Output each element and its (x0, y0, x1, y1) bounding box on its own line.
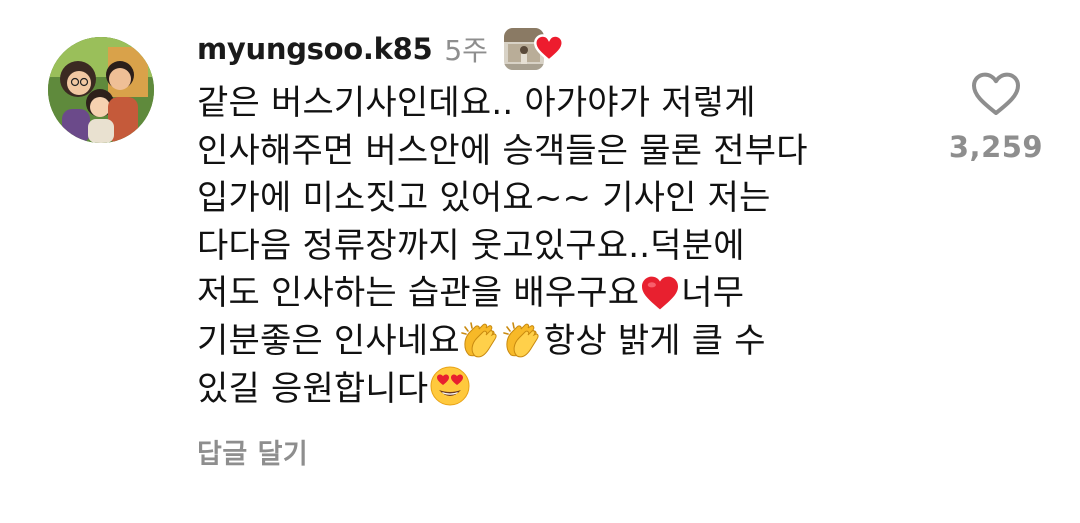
comment-line: 다다음 정류장까지 웃고있구요..덕분에 (197, 225, 745, 266)
user-avatar[interactable] (48, 37, 154, 143)
red-heart-icon (533, 34, 564, 66)
comment-line: 저도 인사하는 습관을 배우구요 너무 (197, 270, 927, 318)
comment-body: 같은 버스기사인데요.. 아가야가 저렇게 인사해주면 버스안에 승객들은 물론… (197, 80, 927, 413)
comment-line-text: 항상 밝게 클 수 (543, 320, 766, 361)
comment-line-text: 저도 인사하는 습관을 배우구요 (197, 273, 640, 313)
comment-header: myungsoo.k85 5주 (197, 24, 564, 74)
comment-line: 입가에 미소짓고 있어요~~ 기사인 저는 (197, 178, 771, 218)
heart-eyes-emoji (429, 365, 471, 421)
comment-line-text: 기분좋은 인사네요 (197, 320, 460, 361)
heart-outline-icon[interactable] (970, 70, 1022, 118)
comment-line: 인사해주면 버스안에 승객들은 물론 전부다 (197, 130, 808, 171)
comment-time: 5주 (444, 34, 488, 67)
clapping-hands-emoji (503, 321, 543, 373)
comment: myungsoo.k85 5주 같은 버스기사인데요.. 아가야가 저렇게 인사… (0, 0, 1080, 523)
comment-line-text: 너무 (681, 273, 745, 313)
comment-line-text: 있길 응원합니다 (197, 369, 429, 409)
like-area: 3,259 (940, 70, 1052, 164)
comment-line: 기분좋은 인사네요 항상 밝게 클 수 (197, 318, 927, 366)
like-count: 3,259 (948, 130, 1044, 164)
avatar-illustration (48, 37, 154, 143)
username[interactable]: myungsoo.k85 (197, 32, 433, 66)
comment-line: 있길 응원합니다 (197, 365, 927, 413)
comment-line: 같은 버스기사인데요.. 아가야가 저렇게 (197, 83, 756, 123)
reply-button[interactable]: 답글 달기 (197, 432, 308, 471)
liked-by-author-badge (503, 26, 564, 72)
